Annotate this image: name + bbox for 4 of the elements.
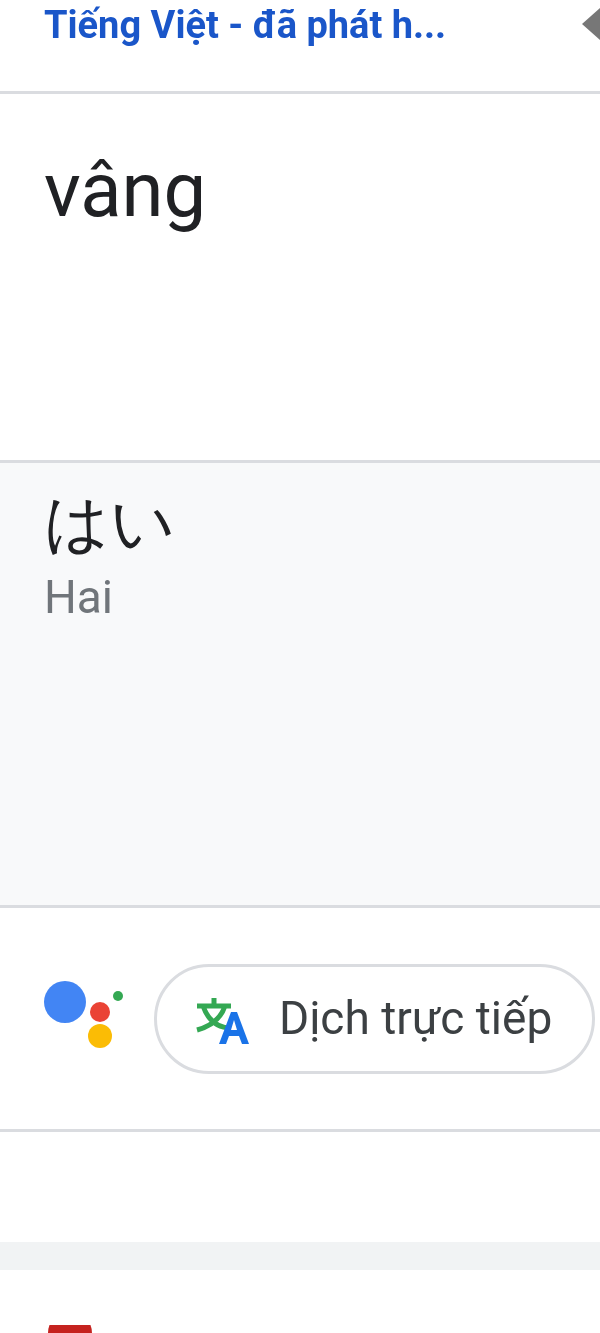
- language-title[interactable]: Tiếng Việt - đã phát h...: [44, 2, 447, 50]
- translated-text: はい: [44, 485, 176, 562]
- romanization-text: Hai: [44, 569, 114, 626]
- live-translate-chip[interactable]: Dịch trực tiếp: [154, 963, 596, 1074]
